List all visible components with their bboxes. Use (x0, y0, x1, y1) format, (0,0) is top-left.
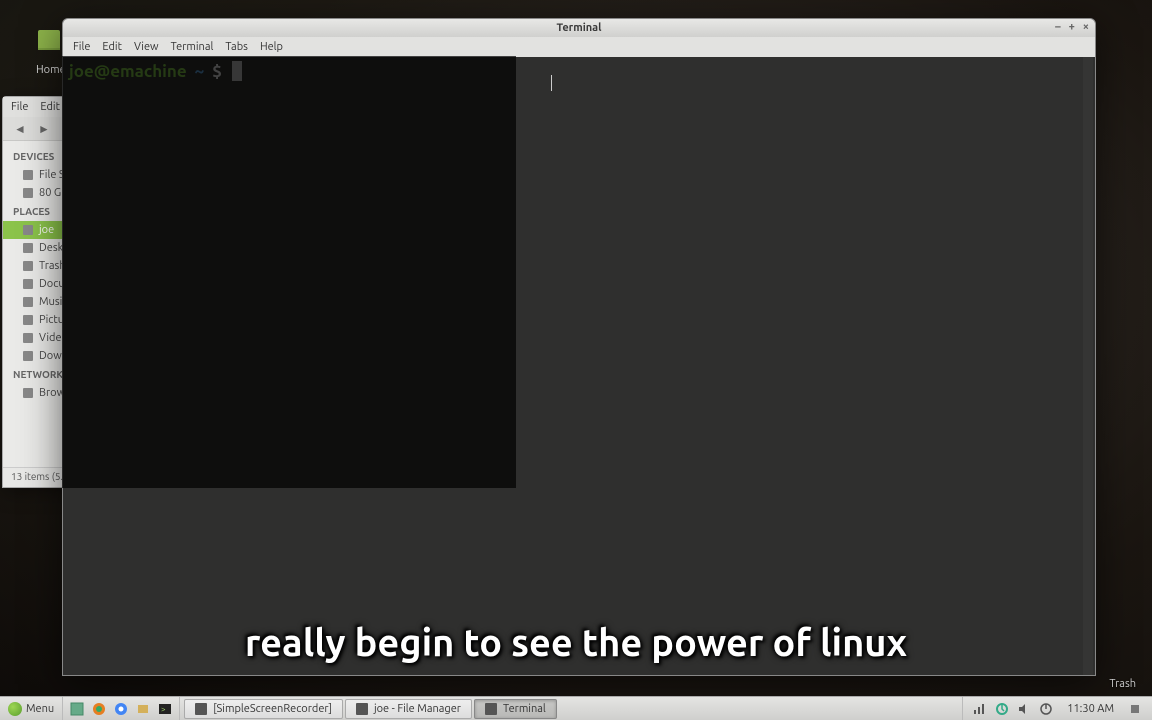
fm-menu-edit[interactable]: Edit (40, 101, 60, 113)
folder-icon (23, 297, 33, 307)
prompt-symbol: $ (212, 62, 222, 81)
terminal-cursor (232, 61, 242, 81)
quick-launch: > (63, 697, 180, 720)
window-close-button[interactable]: × (1083, 21, 1089, 33)
term-menu-view[interactable]: View (134, 41, 159, 53)
terminal-titlebar[interactable]: Terminal – + × (63, 19, 1095, 37)
scrollbar-thumb[interactable] (1085, 61, 1091, 101)
terminal-launcher-icon[interactable]: > (155, 699, 175, 719)
power-icon[interactable] (1039, 702, 1053, 716)
files-icon[interactable] (133, 699, 153, 719)
folder-icon (23, 388, 33, 398)
folder-icon (23, 315, 33, 325)
start-menu-label: Menu (26, 703, 54, 715)
folder-icon (23, 225, 33, 235)
folder-icon (23, 351, 33, 361)
volume-icon[interactable] (1017, 702, 1031, 716)
folder-icon (23, 279, 33, 289)
fm-menu-file[interactable]: File (11, 101, 28, 113)
prompt-user-host: joe@emachine (69, 62, 187, 81)
network-icon[interactable] (973, 702, 987, 716)
firefox-icon[interactable] (89, 699, 109, 719)
term-menu-tabs[interactable]: Tabs (225, 41, 248, 53)
nav-forward-button[interactable]: ► (35, 120, 53, 138)
nav-back-button[interactable]: ◄ (11, 120, 29, 138)
term-menu-terminal[interactable]: Terminal (171, 41, 214, 53)
terminal-body[interactable]: joe@emachine ~ $ (63, 57, 1095, 675)
term-menu-help[interactable]: Help (260, 41, 283, 53)
app-icon (195, 703, 207, 715)
folder-icon (23, 333, 33, 343)
start-menu-button[interactable]: Menu (0, 697, 63, 720)
folder-icon (23, 188, 33, 198)
task--simplescreenrecorder-[interactable]: [SimpleScreenRecorder] (184, 699, 343, 719)
term-menu-edit[interactable]: Edit (102, 41, 122, 53)
app-icon (356, 703, 368, 715)
mint-logo-icon (8, 702, 22, 716)
prompt-path: ~ (195, 62, 205, 81)
terminal-scrollbar[interactable] (1083, 57, 1093, 675)
clock[interactable]: 11:30 AM (1061, 703, 1120, 715)
home-folder-icon[interactable] (38, 30, 60, 48)
window-minimize-button[interactable]: – (1055, 21, 1061, 33)
terminal-prompt: joe@emachine ~ $ (69, 61, 1089, 81)
show-desktop-icon[interactable] (67, 699, 87, 719)
svg-text:>: > (161, 705, 166, 714)
folder-icon (23, 170, 33, 180)
trash-label[interactable]: Trash (1109, 678, 1136, 690)
updates-icon[interactable] (995, 702, 1009, 716)
taskbar-tasks: [SimpleScreenRecorder]joe - File Manager… (180, 697, 962, 720)
text-caret-icon (551, 75, 552, 91)
task-joe-file-manager[interactable]: joe - File Manager (345, 699, 472, 719)
term-menu-file[interactable]: File (73, 41, 90, 53)
app-icon (485, 703, 497, 715)
terminal-menubar: File Edit View Terminal Tabs Help (63, 37, 1095, 57)
folder-icon (23, 261, 33, 271)
window-maximize-button[interactable]: + (1069, 21, 1075, 33)
chrome-icon[interactable] (111, 699, 131, 719)
terminal-title: Terminal (557, 22, 602, 34)
system-tray: 11:30 AM (962, 697, 1152, 720)
session-icon[interactable] (1128, 702, 1142, 716)
terminal-window[interactable]: Terminal – + × File Edit View Terminal Tabs H… (62, 18, 1096, 676)
folder-icon (23, 243, 33, 253)
task-terminal[interactable]: Terminal (474, 699, 557, 719)
taskbar: Menu > [SimpleScreenRecorder]joe - File … (0, 696, 1152, 720)
